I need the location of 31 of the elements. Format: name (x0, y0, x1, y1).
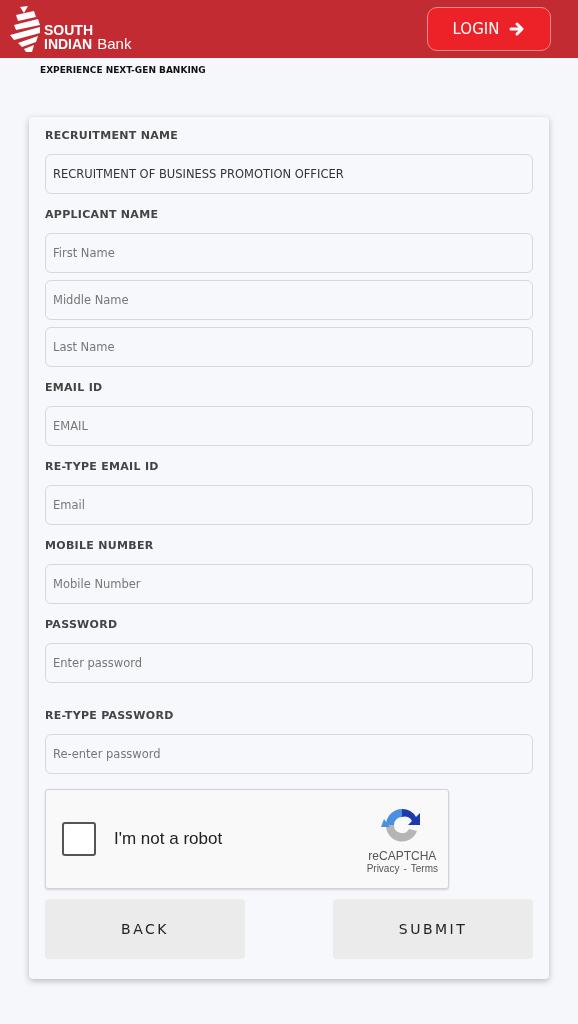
logo-icon (10, 5, 42, 53)
input-field[interactable]: EMAIL (45, 406, 533, 446)
input-field[interactable]: First Name (45, 233, 533, 273)
field-label: RECRUITMENT NAME (45, 129, 179, 142)
separator-text: - (403, 862, 407, 874)
submit-button[interactable]: SUBMIT (333, 899, 533, 959)
field-label: RE-TYPE PASSWORD (45, 709, 174, 722)
input-field[interactable]: Middle Name (45, 280, 533, 320)
tagline: EXPERIENCE NEXT-GEN BANKING (40, 65, 206, 75)
input-field[interactable]: Last Name (45, 327, 533, 367)
privacy-link[interactable]: Privacy (366, 862, 400, 874)
field-label: MOBILE NUMBER (45, 539, 154, 552)
input-field[interactable]: Mobile Number (45, 564, 533, 604)
input-field[interactable]: RECRUITMENT OF BUSINESS PROMOTION OFFICER (45, 154, 533, 194)
field-label: APPLICANT NAME (45, 208, 159, 221)
login-button[interactable]: LOGIN (427, 7, 551, 51)
logo-text: INDIAN (44, 37, 93, 51)
captcha-label: I'm not a robot (114, 829, 224, 849)
input-field[interactable]: Email (45, 485, 533, 525)
arrow-icon (509, 21, 526, 37)
field-label: EMAIL ID (45, 381, 103, 394)
back-button[interactable]: BACK (45, 899, 245, 959)
logo-text: Bank (97, 37, 132, 51)
captcha-brand: reCAPTCHA (368, 848, 437, 863)
field-label: PASSWORD (45, 618, 118, 631)
input-field[interactable]: Re-enter password (45, 734, 533, 774)
field-label: RE-TYPE EMAIL ID (45, 460, 159, 473)
input-field[interactable]: Enter password (45, 643, 533, 683)
terms-link[interactable]: Terms (410, 862, 438, 874)
logo-text: SOUTH (44, 23, 94, 37)
checkbox[interactable] (62, 822, 96, 856)
